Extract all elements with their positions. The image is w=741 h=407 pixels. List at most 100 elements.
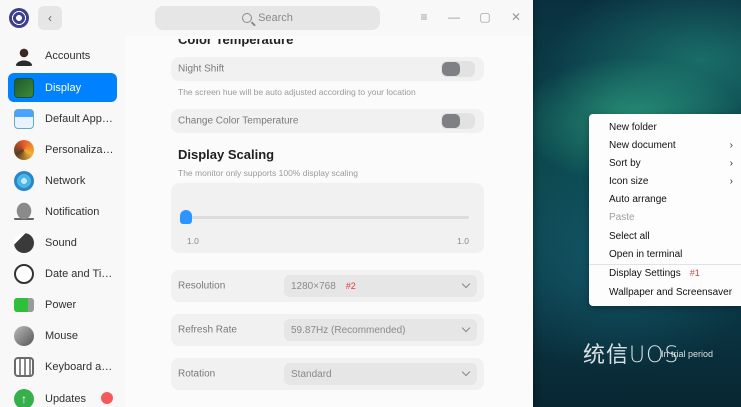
search-icon xyxy=(242,13,253,23)
refresh-rate-row: Refresh Rate 59.87Hz (Recommended) xyxy=(171,314,484,346)
menu-item-open-in-terminal[interactable]: Open in terminal xyxy=(609,249,682,260)
search-input[interactable]: Search xyxy=(155,6,380,30)
night-shift-row: Night Shift xyxy=(171,57,484,81)
menu-separator xyxy=(589,264,741,265)
chevron-down-icon xyxy=(461,323,471,333)
resolution-row: Resolution 1280×768 #2 xyxy=(171,270,484,302)
network-icon xyxy=(14,170,34,191)
menu-item-new-folder[interactable]: New folder xyxy=(609,122,657,133)
menu-item-new-document[interactable]: New document › xyxy=(609,140,737,151)
scaling-slider-track[interactable] xyxy=(181,216,469,219)
night-shift-label: Night Shift xyxy=(178,63,225,75)
sidebar-item-date-and-time[interactable]: Date and Time xyxy=(8,259,117,288)
sidebar-item-label: Default Applic... xyxy=(45,112,115,125)
resolution-dropdown[interactable]: 1280×768 #2 xyxy=(284,275,477,297)
maximize-button[interactable]: ▢ xyxy=(477,10,493,24)
toggle-knob xyxy=(442,114,460,128)
display-settings-panel[interactable]: Color Temperature Night Shift The screen… xyxy=(125,36,533,407)
sidebar-item-keyboard[interactable]: Keyboard and ... xyxy=(8,352,117,381)
user-icon xyxy=(14,45,34,66)
rotation-row: Rotation Standard xyxy=(171,358,484,390)
speaker-icon xyxy=(14,232,34,253)
sidebar-item-label: Network xyxy=(45,174,86,187)
battery-icon xyxy=(14,297,34,312)
refresh-rate-label: Refresh Rate xyxy=(178,324,237,336)
chevron-down-icon xyxy=(461,367,471,377)
chevron-left-icon: ‹ xyxy=(48,11,52,25)
sidebar-item-label: Mouse xyxy=(45,329,79,342)
control-center-window: ‹ Search ≡ — ▢ ✕ Accounts Display Defaul… xyxy=(0,0,533,407)
rotation-value: Standard xyxy=(291,368,332,380)
sidebar: Accounts Display Default Applic... Perso… xyxy=(0,36,125,407)
default-apps-icon xyxy=(14,108,34,129)
menu-item-icon-size[interactable]: Icon size › xyxy=(609,176,737,187)
bell-icon xyxy=(14,201,34,222)
update-icon: ↑ xyxy=(14,388,34,407)
sidebar-item-label: Personalization xyxy=(45,143,115,156)
chevron-right-icon: › xyxy=(729,176,733,187)
display-scaling-slider-box: 1.0 1.0 xyxy=(171,183,484,253)
color-temperature-title: Color Temperature xyxy=(178,36,294,47)
resolution-value: 1280×768 xyxy=(291,280,336,292)
monitor-icon xyxy=(14,77,34,98)
chevron-right-icon: › xyxy=(729,158,733,169)
back-button[interactable]: ‹ xyxy=(38,6,62,30)
sidebar-item-label: Notification xyxy=(45,205,100,218)
change-color-temperature-row: Change Color Temperature xyxy=(171,109,484,133)
sidebar-item-personalization[interactable]: Personalization xyxy=(8,135,117,164)
close-button[interactable]: ✕ xyxy=(508,10,524,24)
sidebar-item-label: Accounts xyxy=(45,49,91,62)
sidebar-item-sound[interactable]: Sound xyxy=(8,228,117,257)
menu-item-auto-arrange[interactable]: Auto arrange xyxy=(609,194,667,205)
sidebar-item-display[interactable]: Display xyxy=(8,73,117,102)
scaling-slider-handle[interactable] xyxy=(180,210,192,224)
sidebar-item-label: Date and Time xyxy=(45,267,115,280)
sidebar-item-updates[interactable]: ↑ Updates xyxy=(8,384,117,407)
menu-item-sort-by[interactable]: Sort by › xyxy=(609,158,737,169)
menu-item-wallpaper-and-screensaver[interactable]: Wallpaper and Screensaver xyxy=(609,287,732,298)
chevron-down-icon xyxy=(461,279,471,289)
night-shift-description: The screen hue will be auto adjusted acc… xyxy=(178,87,416,97)
menu-item-paste: Paste xyxy=(609,212,635,223)
toggle-knob xyxy=(442,62,460,76)
palette-icon xyxy=(14,139,34,160)
control-center-logo-icon xyxy=(9,8,29,28)
menu-item-select-all[interactable]: Select all xyxy=(609,231,650,242)
refresh-rate-dropdown[interactable]: 59.87Hz (Recommended) xyxy=(284,319,477,341)
sidebar-item-label: Power xyxy=(45,298,77,311)
sidebar-item-label: Sound xyxy=(45,236,77,249)
change-color-temperature-label: Change Color Temperature xyxy=(178,115,299,127)
night-shift-toggle[interactable] xyxy=(441,61,475,77)
rotation-dropdown[interactable]: Standard xyxy=(284,363,477,385)
display-scaling-description: The monitor only supports 100% display s… xyxy=(178,168,359,178)
sidebar-item-label: Keyboard and ... xyxy=(45,360,115,373)
minimize-button[interactable]: — xyxy=(446,10,462,24)
chevron-right-icon: › xyxy=(729,140,733,151)
menu-item-display-settings[interactable]: Display Settings #1 xyxy=(609,268,700,279)
display-scaling-title: Display Scaling xyxy=(178,147,275,162)
keyboard-icon xyxy=(14,356,34,377)
update-badge xyxy=(101,392,113,404)
sidebar-item-accounts[interactable]: Accounts xyxy=(8,41,117,70)
title-bar: ‹ Search ≡ — ▢ ✕ xyxy=(0,0,533,36)
scaling-max-label: 1.0 xyxy=(457,236,469,246)
desktop-context-menu: New folder New document › Sort by › Icon s… xyxy=(589,114,741,306)
sidebar-item-notification[interactable]: Notification xyxy=(8,197,117,226)
display-settings-marker: #1 xyxy=(689,268,700,278)
sidebar-item-label: Display xyxy=(45,81,82,94)
sidebar-item-mouse[interactable]: Mouse xyxy=(8,321,117,350)
menu-icon[interactable]: ≡ xyxy=(416,10,432,24)
resolution-label: Resolution xyxy=(178,280,226,292)
mouse-icon xyxy=(14,325,34,346)
change-color-temperature-toggle[interactable] xyxy=(441,113,475,129)
search-placeholder: Search xyxy=(258,12,293,24)
refresh-rate-value: 59.87Hz (Recommended) xyxy=(291,324,406,336)
resolution-marker: #2 xyxy=(345,281,356,291)
scaling-min-label: 1.0 xyxy=(187,236,199,246)
sidebar-item-power[interactable]: Power xyxy=(8,290,117,319)
sidebar-item-default-applications[interactable]: Default Applic... xyxy=(8,104,117,133)
clock-icon xyxy=(14,263,34,284)
sidebar-item-network[interactable]: Network xyxy=(8,166,117,195)
rotation-label: Rotation xyxy=(178,368,216,380)
trial-period-label: In trial period xyxy=(661,349,714,359)
